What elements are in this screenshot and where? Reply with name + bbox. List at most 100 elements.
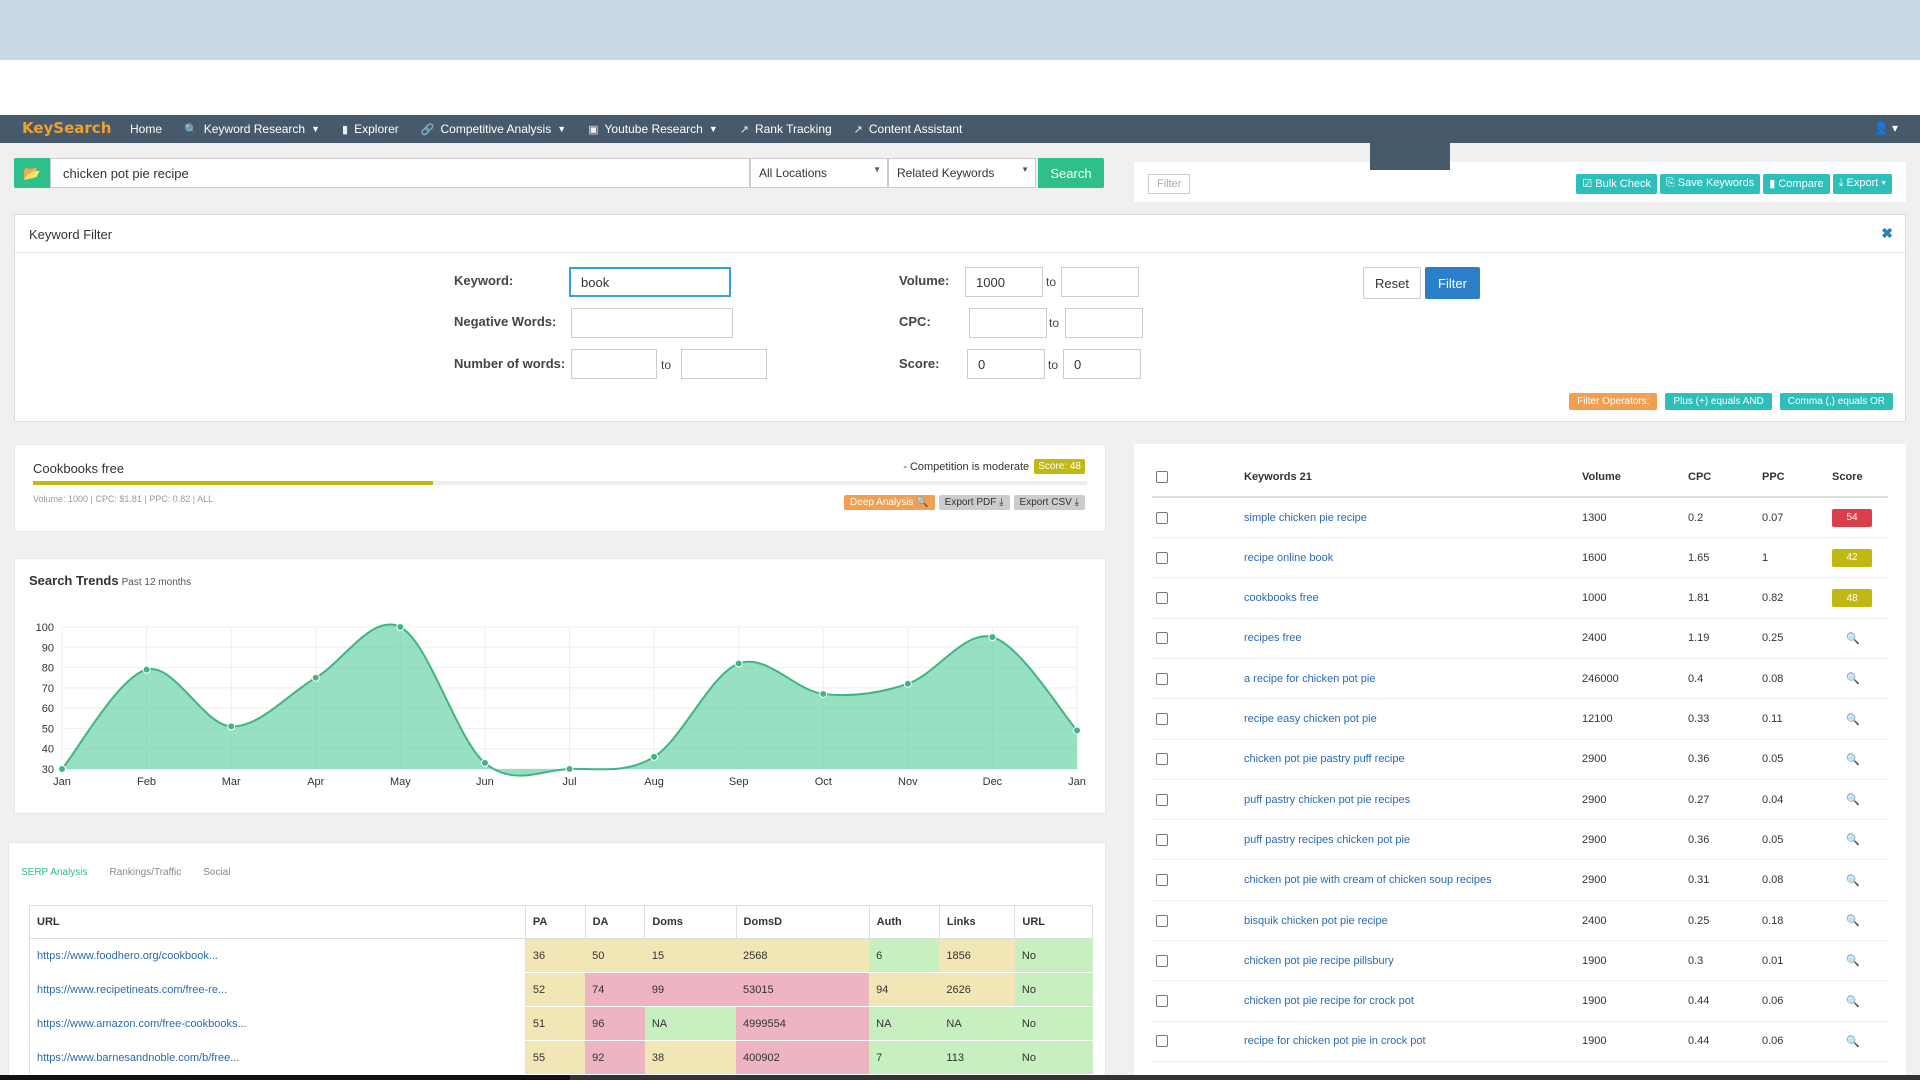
keyword-link[interactable]: recipe easy chicken pot pie	[1244, 700, 1377, 739]
row-checkbox[interactable]	[1156, 579, 1168, 618]
check-score-icon[interactable]: 🔍	[1832, 700, 1860, 739]
keyword-link[interactable]: chicken pot pie recipe for crock pot	[1244, 982, 1414, 1021]
check-score-icon[interactable]: 🔍	[1832, 619, 1860, 658]
trend-point[interactable]	[903, 679, 912, 688]
serp-url-link[interactable]: https://www.foodhero.org/cookbook...	[29, 938, 526, 973]
trend-point[interactable]	[142, 665, 151, 674]
row-checkbox[interactable]	[1156, 498, 1168, 537]
nav-item-youtube-research[interactable]: ▣ Youtube Research ▼	[588, 122, 718, 136]
row-checkbox[interactable]	[1156, 861, 1168, 900]
nav-item-keyword-research[interactable]: 🔍 Keyword Research ▼	[184, 122, 320, 136]
row-checkbox[interactable]	[1156, 740, 1168, 779]
compare-button[interactable]: ▮ Compare	[1763, 174, 1830, 194]
check-score-icon[interactable]: 🔍	[1832, 941, 1860, 980]
reset-button[interactable]: Reset	[1363, 267, 1421, 299]
trend-point[interactable]	[58, 765, 66, 773]
nav-item-rank-tracking[interactable]: ↗ Rank Tracking	[740, 122, 832, 136]
folder-open-icon[interactable]: 📂	[14, 158, 50, 188]
words-from-input[interactable]	[571, 349, 657, 379]
keyword-link[interactable]: chicken pot pie with cream of chicken so…	[1244, 861, 1492, 900]
export-button[interactable]: ⤓ Export ▾	[1832, 174, 1892, 194]
serp-url-link[interactable]: https://www.amazon.com/free-cookbooks...	[29, 1006, 526, 1041]
keyword-link[interactable]: simple chicken pie recipe	[1244, 498, 1367, 537]
save-keywords-button[interactable]: ⎘ Save Keywords	[1659, 174, 1761, 194]
nav-item-competitive-analysis[interactable]: 🔗 Competitive Analysis ▼	[421, 122, 566, 136]
serp-header-pa[interactable]: PA	[524, 905, 586, 939]
cpc-from-input[interactable]	[969, 308, 1047, 338]
trend-point[interactable]	[650, 752, 659, 761]
keywords-column-header[interactable]: Keywords 21	[1244, 458, 1312, 496]
close-icon[interactable]: ✖	[1881, 225, 1893, 242]
row-checkbox[interactable]	[1156, 538, 1168, 577]
serp-header-url[interactable]: URL	[29, 905, 526, 939]
keyword-link[interactable]: puff pastry chicken pot pie recipes	[1244, 780, 1410, 819]
row-checkbox[interactable]	[1156, 1022, 1168, 1061]
trend-point[interactable]	[480, 758, 489, 767]
export-csv-button[interactable]: Export CSV ⤓	[1013, 495, 1085, 510]
serp-header-da[interactable]: DA	[584, 905, 646, 939]
trend-point[interactable]	[396, 623, 405, 631]
filter-button[interactable]: Filter	[1425, 267, 1480, 299]
row-checkbox[interactable]	[1156, 941, 1168, 980]
tab-rankings-traffic[interactable]: Rankings/Traffic	[110, 867, 182, 878]
keyword-link[interactable]: puff pastry recipes chicken pot pie	[1244, 820, 1410, 859]
location-select[interactable]: All Locations ▼	[750, 158, 888, 188]
trend-point[interactable]	[734, 659, 743, 668]
nav-item-home[interactable]: Home	[130, 122, 162, 136]
check-score-icon[interactable]: 🔍	[1832, 659, 1860, 698]
search-button[interactable]: Search	[1038, 158, 1104, 188]
score-from-input[interactable]: 0	[967, 349, 1045, 379]
check-score-icon[interactable]: 🔍	[1832, 901, 1860, 940]
nav-item-content-assistant[interactable]: ↗ Content Assistant	[854, 122, 963, 136]
deep-analysis-button[interactable]: Deep Analysis 🔍	[844, 495, 935, 510]
cpc-column-header[interactable]: CPC	[1688, 458, 1711, 496]
search-input[interactable]	[50, 158, 750, 188]
check-score-icon[interactable]: 🔍	[1832, 740, 1860, 779]
trend-point[interactable]	[311, 673, 320, 682]
tab-social[interactable]: Social	[203, 867, 230, 878]
app-logo[interactable]: KeySearch	[22, 119, 111, 137]
negative-words-input[interactable]	[571, 308, 733, 338]
row-checkbox[interactable]	[1156, 700, 1168, 739]
row-checkbox[interactable]	[1156, 780, 1168, 819]
export-pdf-button[interactable]: Export PDF ⤓	[938, 495, 1010, 510]
words-to-input[interactable]	[681, 349, 767, 379]
check-score-icon[interactable]: 🔍	[1832, 780, 1860, 819]
score-to-input[interactable]: 0	[1063, 349, 1141, 379]
serp-header-links[interactable]: Links	[938, 905, 1016, 939]
keyword-link[interactable]: a recipe for chicken pot pie	[1244, 659, 1375, 698]
scrollbar-thumb[interactable]	[0, 1075, 570, 1080]
serp-header-domsd[interactable]: DomsD	[735, 905, 870, 939]
row-checkbox[interactable]	[1156, 619, 1168, 658]
trend-point[interactable]	[565, 765, 574, 773]
keyword-link[interactable]: chicken pot pie recipe pillsbury	[1244, 941, 1394, 980]
serp-header-doms[interactable]: Doms	[644, 905, 737, 939]
trend-point[interactable]	[819, 689, 828, 698]
keyword-link[interactable]: chicken pot pie pastry puff recipe	[1244, 740, 1405, 779]
keyword-link[interactable]: bisquik chicken pot pie recipe	[1244, 901, 1388, 940]
select-all-checkbox[interactable]	[1156, 458, 1168, 496]
check-score-icon[interactable]: 🔍	[1832, 982, 1860, 1021]
nav-item-explorer[interactable]: ▮ Explorer	[342, 122, 399, 136]
bulk-check-button[interactable]: ☑ Bulk Check	[1576, 174, 1657, 194]
serp-url-link[interactable]: https://www.barnesandnoble.com/b/free...	[29, 1040, 526, 1075]
row-checkbox[interactable]	[1156, 820, 1168, 859]
check-score-icon[interactable]: 🔍	[1832, 861, 1860, 900]
serp-header-url[interactable]: URL	[1014, 905, 1093, 939]
horizontal-scrollbar[interactable]	[0, 1075, 1920, 1080]
trend-point[interactable]	[227, 722, 236, 731]
volume-column-header[interactable]: Volume	[1582, 458, 1621, 496]
keyword-link[interactable]: cookbooks free	[1244, 579, 1319, 618]
table-filter-input[interactable]: Filter	[1148, 174, 1190, 194]
trend-point[interactable]	[988, 633, 997, 642]
mode-select[interactable]: Related Keywords ▼	[888, 158, 1036, 188]
keyword-link[interactable]: recipes free	[1244, 619, 1301, 658]
row-checkbox[interactable]	[1156, 659, 1168, 698]
user-menu[interactable]: 👤 ▾	[1874, 121, 1898, 135]
keyword-link[interactable]: recipe online book	[1244, 538, 1333, 577]
score-column-header[interactable]: Score	[1832, 458, 1863, 496]
check-score-icon[interactable]: 🔍	[1832, 1022, 1860, 1061]
row-checkbox[interactable]	[1156, 982, 1168, 1021]
serp-header-auth[interactable]: Auth	[868, 905, 940, 939]
cpc-to-input[interactable]	[1065, 308, 1143, 338]
